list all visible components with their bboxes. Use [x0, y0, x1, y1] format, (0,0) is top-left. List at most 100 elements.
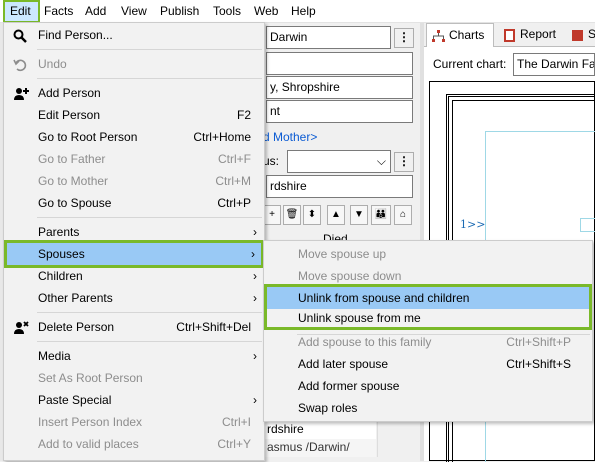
submenu-item-label: Unlink spouse from me: [298, 311, 421, 325]
menu-item-shortcut: Ctrl+F: [218, 152, 251, 166]
birth-date-field[interactable]: [266, 52, 413, 75]
menu-item-shortcut: F2: [236, 108, 251, 122]
occupation-field[interactable]: nt: [266, 100, 413, 123]
menu-item-label: Spouses: [38, 247, 85, 261]
menu-item-set-as-root-person[interactable]: Set As Root Person: [5, 367, 263, 389]
sort-icon[interactable]: ⬍: [303, 205, 321, 225]
report-icon: [503, 27, 516, 42]
menu-item-shortcut: Ctrl+P: [217, 196, 251, 210]
chart-icon: [432, 28, 445, 42]
menu-item-undo[interactable]: Undo: [5, 53, 263, 75]
status-label: us:: [263, 154, 280, 168]
submenu-item-shortcut: Ctrl+Shift+P: [506, 335, 571, 349]
current-chart-label: Current chart:: [433, 57, 507, 71]
submenu-item-unlink-spouse-from-me[interactable]: Unlink spouse from me: [267, 307, 589, 329]
menu-item-label: Add to valid places: [38, 437, 139, 451]
birth-place-field[interactable]: y, Shropshire: [266, 76, 413, 99]
chart-marker[interactable]: 1>>: [460, 218, 485, 231]
tab-report[interactable]: Report: [498, 23, 562, 47]
menu-item-add-person[interactable]: Add Person: [5, 82, 263, 104]
submenu-item-swap-roles[interactable]: Swap roles: [265, 397, 591, 419]
magnifier-icon: [13, 28, 27, 43]
name-field[interactable]: Darwin: [266, 26, 391, 49]
menu-item-label: Undo: [38, 57, 67, 71]
edit-menu: Find Person... Undo Add Person Edit Pers…: [3, 22, 265, 461]
move-up-icon[interactable]: ▲: [327, 205, 345, 225]
menu-item-label: Set As Root Person: [38, 371, 143, 385]
tab-s-label: S: [588, 27, 595, 41]
menu-item-label: Children: [38, 269, 83, 283]
right-tabs: Charts Report S: [424, 23, 595, 47]
menu-item-children[interactable]: Children ›: [5, 265, 263, 287]
menu-item-insert-person-index[interactable]: Insert Person Index Ctrl+I: [5, 411, 263, 433]
tab-charts[interactable]: Charts: [426, 23, 494, 47]
menu-item-edit-person[interactable]: Edit Person F2: [5, 104, 263, 126]
menu-item-shortcut: Ctrl+Y: [217, 437, 251, 451]
menu-item-label: Paste Special: [38, 393, 112, 407]
home-icon[interactable]: ⌂: [394, 205, 412, 225]
menu-item-label: Go to Father: [38, 152, 106, 166]
menu-item-shortcut: Ctrl+M: [215, 174, 251, 188]
submenu-item-add-former-spouse[interactable]: Add former spouse: [265, 375, 591, 397]
submenu-item-add-spouse-to-this-family[interactable]: Add spouse to this family Ctrl+Shift+P: [265, 331, 591, 353]
tab-report-label: Report: [520, 27, 557, 41]
submenu-item-label: Swap roles: [298, 401, 358, 415]
submenu-item-move-spouse-up[interactable]: Move spouse up: [265, 243, 591, 265]
chevron-right-icon: ›: [253, 349, 257, 363]
menu-edit[interactable]: Edit: [3, 0, 40, 23]
chevron-down-icon: ⌵: [376, 154, 386, 168]
delete-person-icon: [13, 320, 29, 334]
family-icon[interactable]: 👪: [371, 205, 391, 225]
menu-item-label: Find Person...: [38, 28, 113, 42]
menu-tools[interactable]: Tools: [213, 0, 241, 23]
menu-item-find-person[interactable]: Find Person...: [5, 24, 263, 46]
menu-item-go-to-spouse[interactable]: Go to Spouse Ctrl+P: [5, 192, 263, 214]
chevron-right-icon: ›: [253, 291, 257, 305]
chevron-right-icon: ›: [251, 247, 255, 261]
menu-item-label: Delete Person: [38, 320, 115, 334]
menu-item-paste-special[interactable]: Paste Special ›: [5, 389, 263, 411]
menu-item-label: Insert Person Index: [38, 415, 143, 429]
move-down-icon[interactable]: ▼: [350, 205, 368, 225]
fact-row[interactable]: rdshire: [263, 421, 376, 439]
spouses-submenu: Move spouse up Move spouse down Unlink f…: [263, 240, 593, 422]
chevron-right-icon: ›: [253, 269, 257, 283]
menu-item-shortcut: Ctrl+Home: [193, 130, 251, 144]
current-chart-select[interactable]: The Darwin Far: [513, 53, 595, 76]
name-options-button[interactable]: ⋮: [394, 28, 414, 48]
menu-item-go-to-root-person[interactable]: Go to Root Person Ctrl+Home: [5, 126, 263, 148]
trash-icon[interactable]: 🗑: [283, 205, 301, 225]
sources-icon: [571, 27, 584, 41]
menu-item-shortcut: Ctrl+Shift+Del: [176, 320, 251, 334]
menu-item-go-to-father[interactable]: Go to Father Ctrl+F: [5, 148, 263, 170]
fact-place: rdshire: [267, 422, 304, 436]
county-field[interactable]: rdshire: [266, 175, 413, 198]
submenu-item-unlink-from-spouse-and-children[interactable]: Unlink from spouse and children: [267, 287, 589, 309]
menu-facts[interactable]: Facts: [44, 0, 73, 23]
add-mother-link[interactable]: d Mother>: [263, 130, 317, 144]
submenu-item-add-later-spouse[interactable]: Add later spouse Ctrl+Shift+S: [265, 353, 591, 375]
menu-item-label: Go to Mother: [38, 174, 109, 188]
undo-icon: [13, 57, 27, 72]
menu-web[interactable]: Web: [254, 0, 278, 23]
menu-item-media[interactable]: Media ›: [5, 345, 263, 367]
submenu-item-label: Add later spouse: [298, 357, 389, 371]
menu-item-add-to-valid-places[interactable]: Add to valid places Ctrl+Y: [5, 433, 263, 455]
menu-publish[interactable]: Publish: [160, 0, 199, 23]
menu-help[interactable]: Help: [291, 0, 316, 23]
tab-s[interactable]: S: [566, 23, 595, 47]
add-person-icon: [13, 86, 29, 100]
menu-item-label: Go to Spouse: [38, 196, 112, 210]
menu-item-delete-person[interactable]: Delete Person Ctrl+Shift+Del: [5, 316, 263, 338]
add-row-icon[interactable]: +: [263, 205, 281, 225]
menu-item-go-to-mother[interactable]: Go to Mother Ctrl+M: [5, 170, 263, 192]
status-options-button[interactable]: ⋮: [394, 152, 414, 172]
menu-item-other-parents[interactable]: Other Parents ›: [5, 287, 263, 309]
submenu-item-label: Unlink from spouse and children: [298, 291, 470, 305]
menu-item-spouses[interactable]: Spouses ›: [4, 240, 264, 268]
menubar: Edit Facts Add View Publish Tools Web He…: [0, 0, 595, 23]
menu-item-label: Go to Root Person: [38, 130, 138, 144]
menu-view[interactable]: View: [121, 0, 147, 23]
status-select[interactable]: ⌵: [287, 150, 391, 173]
menu-add[interactable]: Add: [85, 0, 106, 23]
